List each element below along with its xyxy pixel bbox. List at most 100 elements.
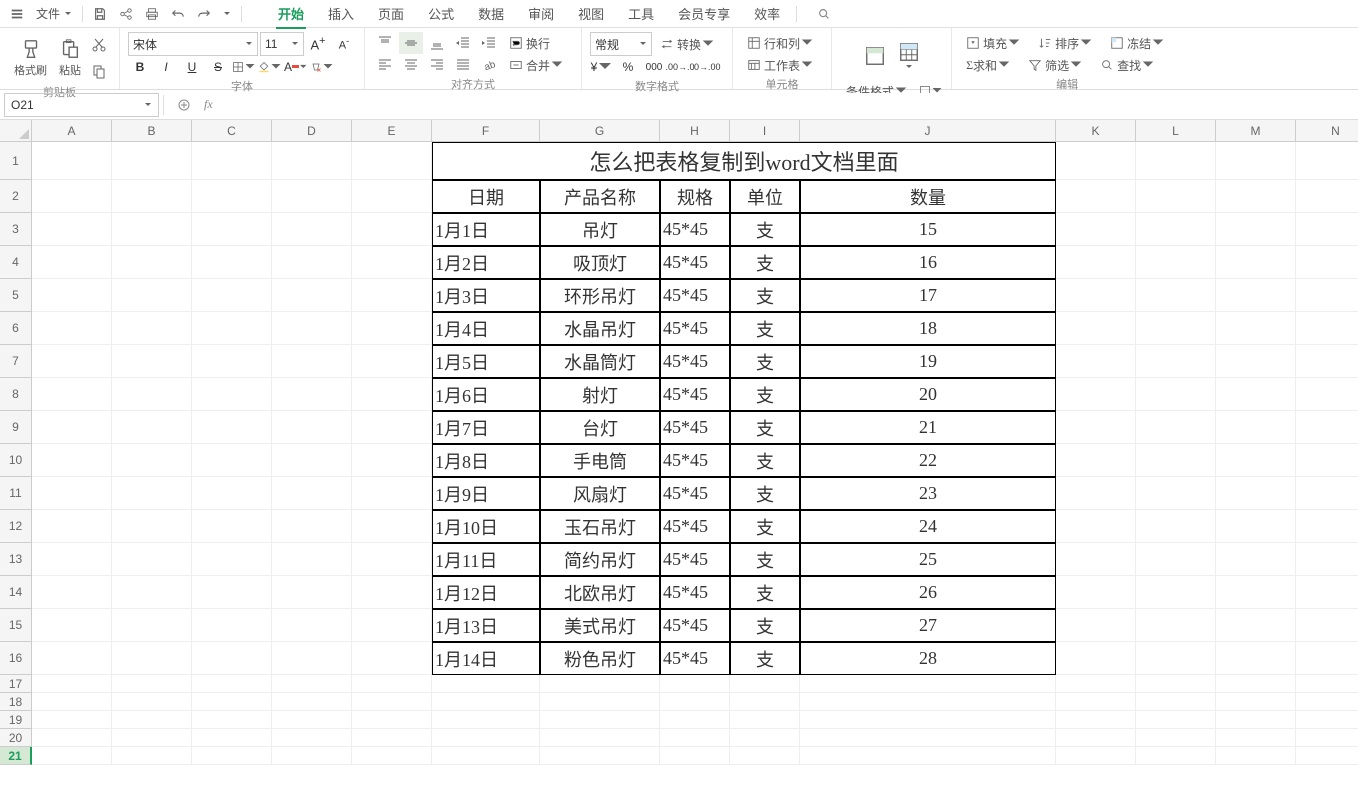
increase-decimal-button[interactable]: .00→.0 xyxy=(668,56,692,78)
cell[interactable] xyxy=(540,693,660,711)
name-box[interactable]: O21 xyxy=(4,93,159,117)
data-cell[interactable]: 45*45 xyxy=(660,246,730,279)
cell[interactable] xyxy=(32,411,112,444)
row-header-5[interactable]: 5 xyxy=(0,279,32,312)
cell[interactable] xyxy=(352,246,432,279)
cell[interactable] xyxy=(112,576,192,609)
data-cell[interactable]: 1月8日 xyxy=(432,444,540,477)
cell[interactable] xyxy=(112,246,192,279)
data-cell[interactable]: 45*45 xyxy=(660,642,730,675)
data-cell[interactable]: 1月2日 xyxy=(432,246,540,279)
data-cell[interactable]: 45*45 xyxy=(660,345,730,378)
cell[interactable] xyxy=(1296,180,1358,213)
formula-input[interactable] xyxy=(221,93,1358,117)
data-cell[interactable]: 28 xyxy=(800,642,1056,675)
align-justify-button[interactable] xyxy=(451,54,475,76)
cell[interactable] xyxy=(32,345,112,378)
cell[interactable] xyxy=(1056,609,1136,642)
data-cell[interactable]: 1月3日 xyxy=(432,279,540,312)
data-cell[interactable]: 支 xyxy=(730,642,800,675)
col-header-E[interactable]: E xyxy=(352,120,432,142)
cell[interactable] xyxy=(272,729,352,747)
cell[interactable] xyxy=(1056,444,1136,477)
cell[interactable] xyxy=(1216,747,1296,765)
row-header-20[interactable]: 20 xyxy=(0,729,32,747)
cell[interactable] xyxy=(112,477,192,510)
cell[interactable] xyxy=(1056,213,1136,246)
data-cell[interactable]: 台灯 xyxy=(540,411,660,444)
data-cell[interactable]: 北欧吊灯 xyxy=(540,576,660,609)
header-cell[interactable]: 数量 xyxy=(800,180,1056,213)
fill-button[interactable]: 填充 xyxy=(960,32,1030,54)
cell[interactable] xyxy=(800,747,1056,765)
row-header-13[interactable]: 13 xyxy=(0,543,32,576)
cell[interactable] xyxy=(32,729,112,747)
cell[interactable] xyxy=(192,477,272,510)
underline-button[interactable]: U xyxy=(180,56,204,78)
cell[interactable] xyxy=(1056,246,1136,279)
cell[interactable] xyxy=(1296,747,1358,765)
col-header-G[interactable]: G xyxy=(540,120,660,142)
cell[interactable] xyxy=(192,378,272,411)
save-button[interactable] xyxy=(87,2,113,26)
bold-button[interactable]: B xyxy=(128,56,152,78)
cell[interactable] xyxy=(352,543,432,576)
cell[interactable] xyxy=(1216,180,1296,213)
cell[interactable] xyxy=(32,279,112,312)
cells-area[interactable]: 怎么把表格复制到word文档里面日期产品名称规格单位数量1月1日吊灯45*45支… xyxy=(32,142,1358,765)
data-cell[interactable]: 45*45 xyxy=(660,279,730,312)
col-header-K[interactable]: K xyxy=(1056,120,1136,142)
cell[interactable] xyxy=(32,543,112,576)
cell[interactable] xyxy=(1296,444,1358,477)
cell[interactable] xyxy=(32,576,112,609)
cell[interactable] xyxy=(1056,693,1136,711)
data-cell[interactable]: 45*45 xyxy=(660,543,730,576)
data-cell[interactable]: 支 xyxy=(730,411,800,444)
cell[interactable] xyxy=(1136,312,1216,345)
cell[interactable] xyxy=(32,246,112,279)
cell[interactable] xyxy=(800,675,1056,693)
data-cell[interactable]: 美式吊灯 xyxy=(540,609,660,642)
cell[interactable] xyxy=(1136,576,1216,609)
cell[interactable] xyxy=(352,576,432,609)
cell[interactable] xyxy=(1216,711,1296,729)
cell[interactable] xyxy=(1216,142,1296,180)
cell[interactable] xyxy=(1216,729,1296,747)
select-all-corner[interactable] xyxy=(0,120,32,142)
cell[interactable] xyxy=(112,675,192,693)
cell[interactable] xyxy=(1056,747,1136,765)
cell[interactable] xyxy=(272,279,352,312)
cell[interactable] xyxy=(192,642,272,675)
cell[interactable] xyxy=(1056,279,1136,312)
cell[interactable] xyxy=(1216,444,1296,477)
cell[interactable] xyxy=(1136,609,1216,642)
col-header-L[interactable]: L xyxy=(1136,120,1216,142)
cell[interactable] xyxy=(1056,675,1136,693)
cell[interactable] xyxy=(1296,510,1358,543)
font-color-button[interactable]: A xyxy=(284,56,308,78)
data-cell[interactable]: 手电筒 xyxy=(540,444,660,477)
cell[interactable] xyxy=(1136,279,1216,312)
cell[interactable] xyxy=(1056,729,1136,747)
cell[interactable] xyxy=(1136,693,1216,711)
data-cell[interactable]: 1月10日 xyxy=(432,510,540,543)
comma-button[interactable]: 000 xyxy=(642,56,666,78)
cell[interactable] xyxy=(192,747,272,765)
row-header-3[interactable]: 3 xyxy=(0,213,32,246)
cell[interactable] xyxy=(112,693,192,711)
data-cell[interactable]: 45*45 xyxy=(660,378,730,411)
data-cell[interactable]: 1月14日 xyxy=(432,642,540,675)
cell[interactable] xyxy=(112,711,192,729)
cell[interactable] xyxy=(1216,345,1296,378)
cell[interactable] xyxy=(352,180,432,213)
data-cell[interactable]: 支 xyxy=(730,345,800,378)
data-cell[interactable]: 25 xyxy=(800,543,1056,576)
row-header-14[interactable]: 14 xyxy=(0,576,32,609)
tab-视图[interactable]: 视图 xyxy=(566,0,616,29)
clear-format-button[interactable] xyxy=(310,56,334,78)
cell[interactable] xyxy=(272,378,352,411)
cell[interactable] xyxy=(432,729,540,747)
cell[interactable] xyxy=(352,510,432,543)
cell[interactable] xyxy=(1136,747,1216,765)
cell[interactable] xyxy=(32,747,112,765)
